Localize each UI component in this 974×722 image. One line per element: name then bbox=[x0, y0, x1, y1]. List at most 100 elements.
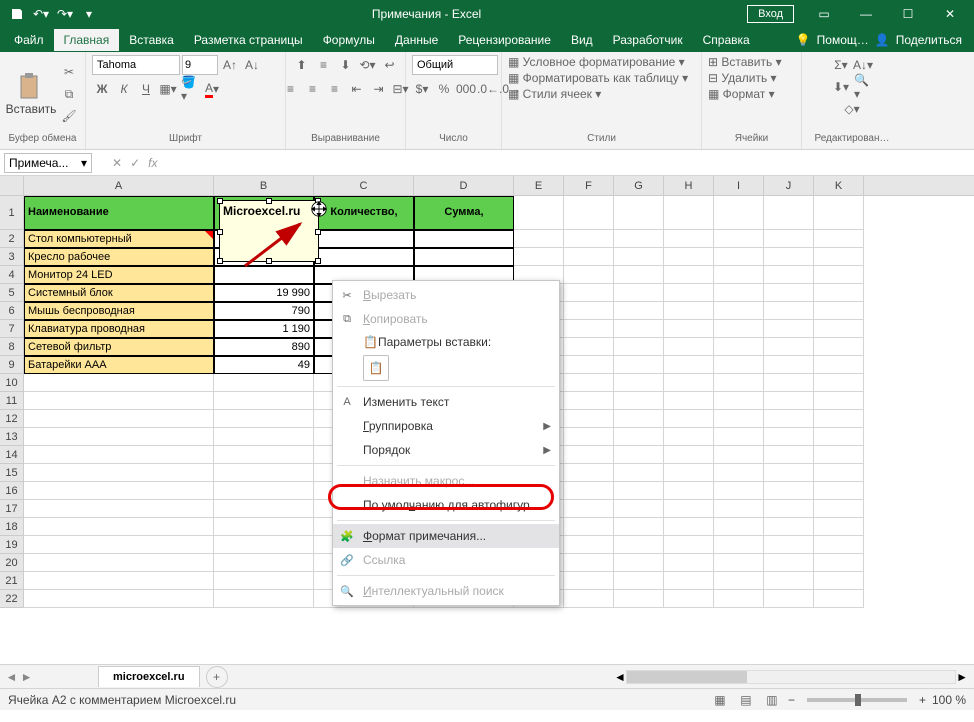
cell[interactable]: Кресло рабочее bbox=[24, 248, 214, 266]
cell[interactable] bbox=[24, 374, 214, 392]
cell[interactable] bbox=[564, 320, 614, 338]
cell[interactable]: 890 bbox=[214, 338, 314, 356]
insert-cells-button[interactable]: ⊞ Вставить ▾ bbox=[708, 55, 782, 69]
cell[interactable] bbox=[714, 572, 764, 590]
copy-icon[interactable]: ⧉ bbox=[59, 84, 79, 104]
cell[interactable] bbox=[214, 590, 314, 608]
ctx-default-shape[interactable]: По умолчанию для автофигур bbox=[333, 493, 559, 517]
cell[interactable] bbox=[814, 536, 864, 554]
cell[interactable] bbox=[814, 266, 864, 284]
cell[interactable] bbox=[764, 500, 814, 518]
enter-icon[interactable]: ✓ bbox=[130, 156, 140, 170]
cancel-icon[interactable]: ✕ bbox=[112, 156, 122, 170]
fill-color-icon[interactable]: 🪣▾ bbox=[180, 79, 200, 99]
cell[interactable] bbox=[414, 248, 514, 266]
cell[interactable] bbox=[614, 266, 664, 284]
name-box[interactable]: Примеча...▾ bbox=[4, 153, 92, 173]
comma-icon[interactable]: 000 bbox=[456, 79, 476, 99]
cell[interactable]: Монитор 24 LED bbox=[24, 266, 214, 284]
cell[interactable] bbox=[24, 428, 214, 446]
cell[interactable] bbox=[24, 536, 214, 554]
cell[interactable] bbox=[214, 464, 314, 482]
cell[interactable] bbox=[664, 248, 714, 266]
col-header[interactable]: F bbox=[564, 176, 614, 195]
cell[interactable] bbox=[714, 428, 764, 446]
zoom-level[interactable]: 100 % bbox=[932, 693, 966, 707]
cell[interactable] bbox=[614, 374, 664, 392]
fx-icon[interactable]: fx bbox=[148, 156, 157, 170]
row-header[interactable]: 20 bbox=[0, 554, 24, 572]
cell[interactable] bbox=[764, 572, 814, 590]
cell[interactable] bbox=[664, 518, 714, 536]
cell[interactable] bbox=[714, 590, 764, 608]
increase-font-icon[interactable]: A↑ bbox=[220, 55, 240, 75]
cell[interactable] bbox=[714, 374, 764, 392]
page-break-icon[interactable]: ▥ bbox=[762, 692, 782, 708]
cell[interactable] bbox=[814, 572, 864, 590]
tab-formulas[interactable]: Формулы bbox=[313, 29, 385, 51]
cell[interactable] bbox=[664, 356, 714, 374]
row-header[interactable]: 21 bbox=[0, 572, 24, 590]
cell[interactable] bbox=[24, 464, 214, 482]
cell[interactable] bbox=[764, 196, 814, 230]
cell[interactable] bbox=[614, 428, 664, 446]
cell[interactable] bbox=[664, 464, 714, 482]
cell[interactable] bbox=[714, 410, 764, 428]
cell[interactable] bbox=[764, 392, 814, 410]
cell[interactable] bbox=[714, 554, 764, 572]
tab-developer[interactable]: Разработчик bbox=[603, 29, 693, 51]
font-color-icon[interactable]: A▾ bbox=[202, 79, 222, 99]
cell[interactable] bbox=[614, 284, 664, 302]
cell[interactable] bbox=[214, 374, 314, 392]
currency-icon[interactable]: $▾ bbox=[412, 79, 432, 99]
cell[interactable] bbox=[814, 356, 864, 374]
indent-decrease-icon[interactable]: ⇤ bbox=[347, 79, 367, 99]
paste-button[interactable]: Вставить bbox=[6, 60, 56, 128]
number-format-select[interactable] bbox=[412, 55, 498, 75]
autosum-icon[interactable]: Σ▾ bbox=[831, 55, 851, 75]
cell[interactable] bbox=[514, 248, 564, 266]
ctx-grouping[interactable]: Группировка▶ bbox=[333, 414, 559, 438]
cell[interactable] bbox=[714, 536, 764, 554]
cell[interactable] bbox=[214, 446, 314, 464]
align-bottom-icon[interactable]: ⬇ bbox=[336, 55, 356, 75]
cell[interactable] bbox=[614, 554, 664, 572]
cell[interactable] bbox=[664, 374, 714, 392]
col-header[interactable]: I bbox=[714, 176, 764, 195]
cell[interactable] bbox=[664, 428, 714, 446]
cell[interactable] bbox=[614, 536, 664, 554]
cell[interactable] bbox=[24, 590, 214, 608]
cell[interactable] bbox=[614, 302, 664, 320]
cell[interactable] bbox=[564, 248, 614, 266]
cell[interactable] bbox=[214, 554, 314, 572]
cell[interactable] bbox=[614, 356, 664, 374]
cell[interactable]: 1 190 bbox=[214, 320, 314, 338]
sheet-tab[interactable]: microexcel.ru bbox=[98, 666, 200, 687]
cell[interactable] bbox=[514, 196, 564, 230]
save-icon[interactable] bbox=[6, 3, 28, 25]
format-cells-button[interactable]: ▦ Формат ▾ bbox=[708, 87, 775, 101]
row-header[interactable]: 2 bbox=[0, 230, 24, 248]
cell[interactable] bbox=[614, 446, 664, 464]
cell[interactable] bbox=[564, 196, 614, 230]
cell[interactable] bbox=[564, 266, 614, 284]
cell[interactable] bbox=[564, 338, 614, 356]
cell[interactable] bbox=[814, 248, 864, 266]
col-header[interactable]: A bbox=[24, 176, 214, 195]
ctx-order[interactable]: Порядок▶ bbox=[333, 438, 559, 462]
row-header[interactable]: 19 bbox=[0, 536, 24, 554]
align-middle-icon[interactable]: ≡ bbox=[314, 55, 334, 75]
row-header[interactable]: 4 bbox=[0, 266, 24, 284]
align-top-icon[interactable]: ⬆ bbox=[292, 55, 312, 75]
ctx-assign-macro[interactable]: Назначить макрос... bbox=[333, 469, 559, 493]
cell[interactable] bbox=[764, 428, 814, 446]
col-header[interactable]: G bbox=[614, 176, 664, 195]
cell[interactable] bbox=[314, 230, 414, 248]
cell[interactable] bbox=[564, 428, 614, 446]
cell[interactable] bbox=[614, 320, 664, 338]
cell[interactable]: 19 990 bbox=[214, 284, 314, 302]
cell[interactable] bbox=[764, 266, 814, 284]
cell[interactable] bbox=[764, 338, 814, 356]
cell[interactable] bbox=[664, 230, 714, 248]
cell[interactable] bbox=[614, 482, 664, 500]
